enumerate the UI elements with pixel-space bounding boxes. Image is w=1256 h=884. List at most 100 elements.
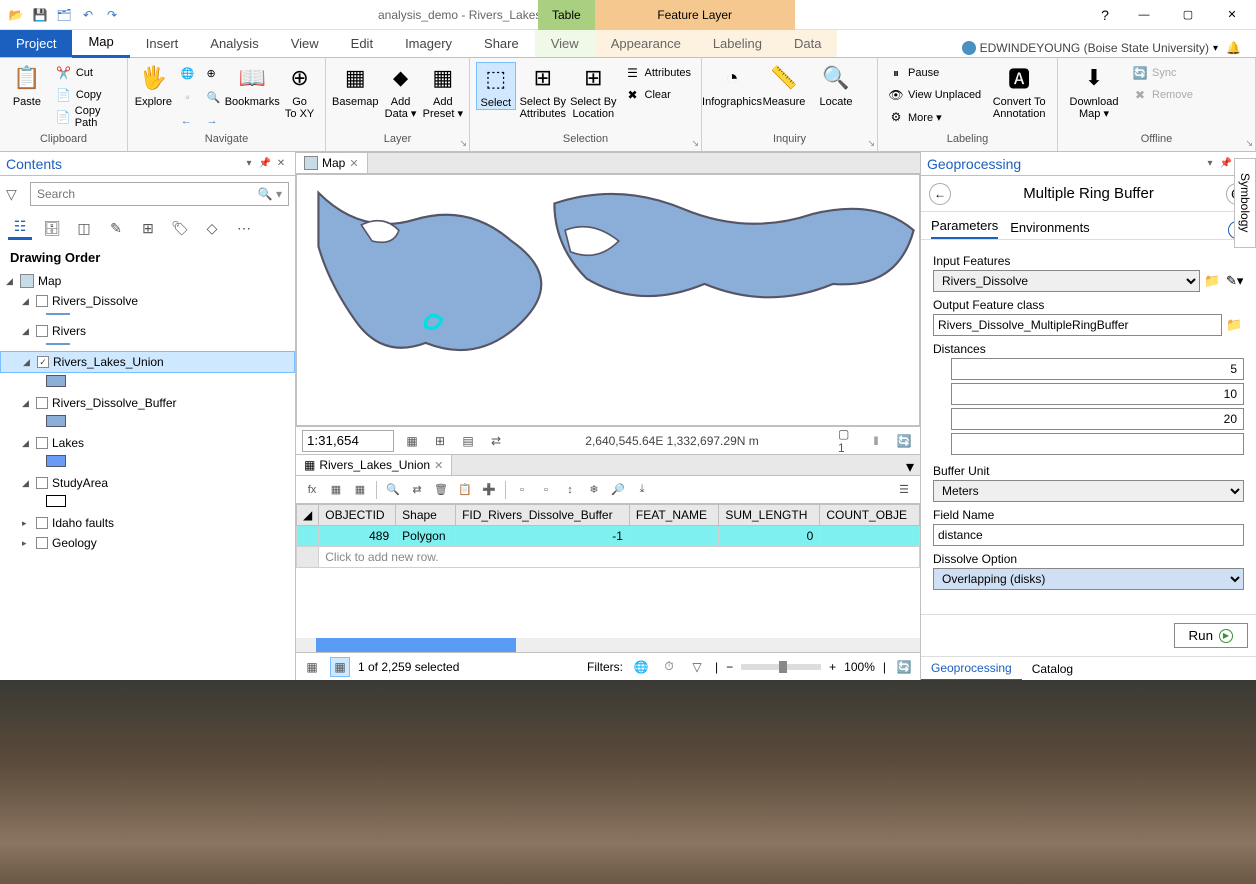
distance-input[interactable] (951, 383, 1244, 405)
close-button[interactable]: ✕ (1212, 1, 1252, 29)
list-by-datasource-icon[interactable]: 🗄 (40, 216, 64, 240)
distance-input[interactable] (951, 433, 1244, 455)
snap-icon[interactable]: ▦ (402, 431, 422, 451)
toc-map-frame[interactable]: ◢ Map (0, 271, 295, 291)
visibility-checkbox[interactable] (36, 437, 48, 449)
next-extent-button[interactable]: → (203, 110, 225, 132)
contents-close-icon[interactable]: ✕ (273, 158, 289, 169)
visibility-checkbox[interactable] (36, 295, 48, 307)
field-name-input[interactable] (933, 524, 1244, 546)
remove-button[interactable]: ✖Remove (1128, 84, 1197, 106)
expand-icon[interactable]: ◢ (23, 357, 33, 368)
run-button[interactable]: Run▶ (1174, 623, 1248, 648)
new-row[interactable]: Click to add new row. (297, 547, 920, 568)
list-by-perspective-icon[interactable]: ◇ (200, 216, 224, 240)
infographics-button[interactable]: ◔Infographics (708, 62, 756, 108)
copy-button[interactable]: 📄Copy (52, 84, 121, 106)
filter-icon[interactable]: ▽ (6, 186, 24, 203)
visibility-checkbox[interactable] (36, 517, 48, 529)
layer-launcher-icon[interactable]: ↘ (459, 138, 467, 149)
context-tab-table[interactable]: Table (538, 0, 595, 30)
expand-icon[interactable]: ◢ (22, 326, 32, 337)
symbology-tab[interactable]: Symbology (1234, 158, 1256, 248)
tab-table-view[interactable]: View (535, 30, 595, 57)
offline-launcher-icon[interactable]: ↘ (1245, 138, 1253, 149)
gp-pin-icon[interactable]: 📌 (1218, 158, 1234, 169)
filter-extent-icon[interactable]: 🌐 (631, 657, 651, 677)
prev-extent-button[interactable]: ← (177, 110, 199, 132)
convert-annotation-button[interactable]: 🅰Convert To Annotation (989, 62, 1049, 120)
gp-dropdown-icon[interactable]: ▾ (1202, 158, 1218, 169)
context-tab-feature-layer[interactable]: Feature Layer (595, 0, 795, 30)
tbl-find-icon[interactable]: 🔎 (608, 480, 628, 500)
expand-icon[interactable]: ◢ (22, 398, 32, 409)
tbl-show-icon[interactable]: ▫ (536, 480, 556, 500)
qat-open-icon[interactable]: 📂 (6, 5, 26, 25)
expand-icon[interactable]: ◢ (22, 478, 32, 489)
visibility-checkbox[interactable] (36, 397, 48, 409)
layer-symbol[interactable] (46, 455, 66, 467)
qat-save2-icon[interactable]: 🗂 (54, 5, 74, 25)
fixed-zoom-out-button[interactable]: 🔍 (203, 86, 225, 108)
qat-save-icon[interactable]: 💾 (30, 5, 50, 25)
toc-layer[interactable]: ▸ Geology (0, 533, 295, 553)
user-dropdown-icon[interactable]: ▾ (1213, 43, 1218, 54)
table-refresh-icon[interactable]: 🔄 (894, 657, 914, 677)
basemap-button[interactable]: ▦Basemap (332, 62, 378, 108)
toc-layer[interactable]: ◢ Lakes (0, 433, 295, 453)
tbl-clear-sel-icon[interactable]: ▦ (350, 480, 370, 500)
pause-draw-icon[interactable]: ‖ (866, 431, 886, 451)
tab-map[interactable]: Map (72, 28, 129, 58)
zoom-sel-button[interactable]: ▫️ (177, 86, 199, 108)
layer-symbol[interactable] (46, 415, 66, 427)
notifications-icon[interactable]: 🔔 (1226, 41, 1244, 55)
visibility-checkbox[interactable] (36, 477, 48, 489)
toc-layer[interactable]: ◢ StudyArea (0, 473, 295, 493)
tab-edit[interactable]: Edit (335, 30, 389, 57)
back-button[interactable]: ← (929, 183, 951, 205)
download-map-button[interactable]: ⬇Download Map ▾ (1064, 62, 1124, 120)
tbl-sort-icon[interactable]: ↕ (560, 480, 580, 500)
toc-layer[interactable]: ◢ Rivers_Dissolve_Buffer (0, 393, 295, 413)
column-header[interactable]: Shape (396, 505, 456, 526)
distance-input[interactable] (951, 408, 1244, 430)
pause-labels-button[interactable]: ⏸Pause (884, 62, 985, 84)
tab-analysis[interactable]: Analysis (194, 30, 274, 57)
show-selected-icon[interactable]: ▦ (330, 657, 350, 677)
tbl-field-calc-icon[interactable]: fx (302, 480, 322, 500)
column-header[interactable]: COUNT_OBJE (820, 505, 920, 526)
tab-project[interactable]: Project (0, 30, 72, 57)
minimize-button[interactable]: — (1124, 1, 1164, 29)
bottom-tab-geoprocessing[interactable]: Geoprocessing (921, 657, 1022, 681)
tab-view[interactable]: View (275, 30, 335, 57)
tbl-delete-icon[interactable]: 🗑 (431, 480, 451, 500)
browse-input-icon[interactable]: 📁 (1204, 273, 1222, 289)
select-by-location-button[interactable]: ⊞Select By Location (570, 62, 616, 120)
contents-dropdown-icon[interactable]: ▾ (241, 158, 257, 169)
table-menu-icon[interactable]: ▾ (900, 455, 920, 475)
column-header[interactable]: SUM_LENGTH (719, 505, 820, 526)
tab-data[interactable]: Data (778, 30, 837, 57)
locate-button[interactable]: 🔍Locate (812, 62, 860, 108)
tbl-export-icon[interactable]: ⤓ (632, 480, 652, 500)
map-canvas[interactable] (296, 174, 920, 426)
expand-icon[interactable]: ▸ (22, 538, 32, 549)
cut-button[interactable]: ✂️Cut (52, 62, 121, 84)
copy-path-button[interactable]: 📄Copy Path (52, 106, 121, 128)
attributes-button[interactable]: ☰Attributes (621, 62, 695, 84)
tbl-select-all-icon[interactable]: ▦ (326, 480, 346, 500)
constraints-icon[interactable]: ⇄ (486, 431, 506, 451)
tab-appearance[interactable]: Appearance (595, 30, 697, 57)
help-icon[interactable]: ? (1090, 7, 1120, 23)
toc-layer[interactable]: ◢ Rivers (0, 321, 295, 341)
list-by-selection-icon[interactable]: ◫ (72, 216, 96, 240)
fixed-zoom-in-button[interactable]: ⊕ (203, 62, 225, 84)
list-by-drawing-order-icon[interactable]: ☷ (8, 216, 32, 240)
layer-symbol[interactable] (46, 375, 66, 387)
measure-button[interactable]: 📏Measure (760, 62, 808, 108)
contents-pin-icon[interactable]: 📌 (257, 158, 273, 169)
bookmarks-button[interactable]: 📖Bookmarks (228, 62, 276, 108)
zoom-in-icon[interactable]: + (829, 660, 836, 674)
add-data-button[interactable]: ⬥Add Data ▾ (382, 62, 418, 120)
column-header[interactable]: FID_Rivers_Dissolve_Buffer (456, 505, 630, 526)
